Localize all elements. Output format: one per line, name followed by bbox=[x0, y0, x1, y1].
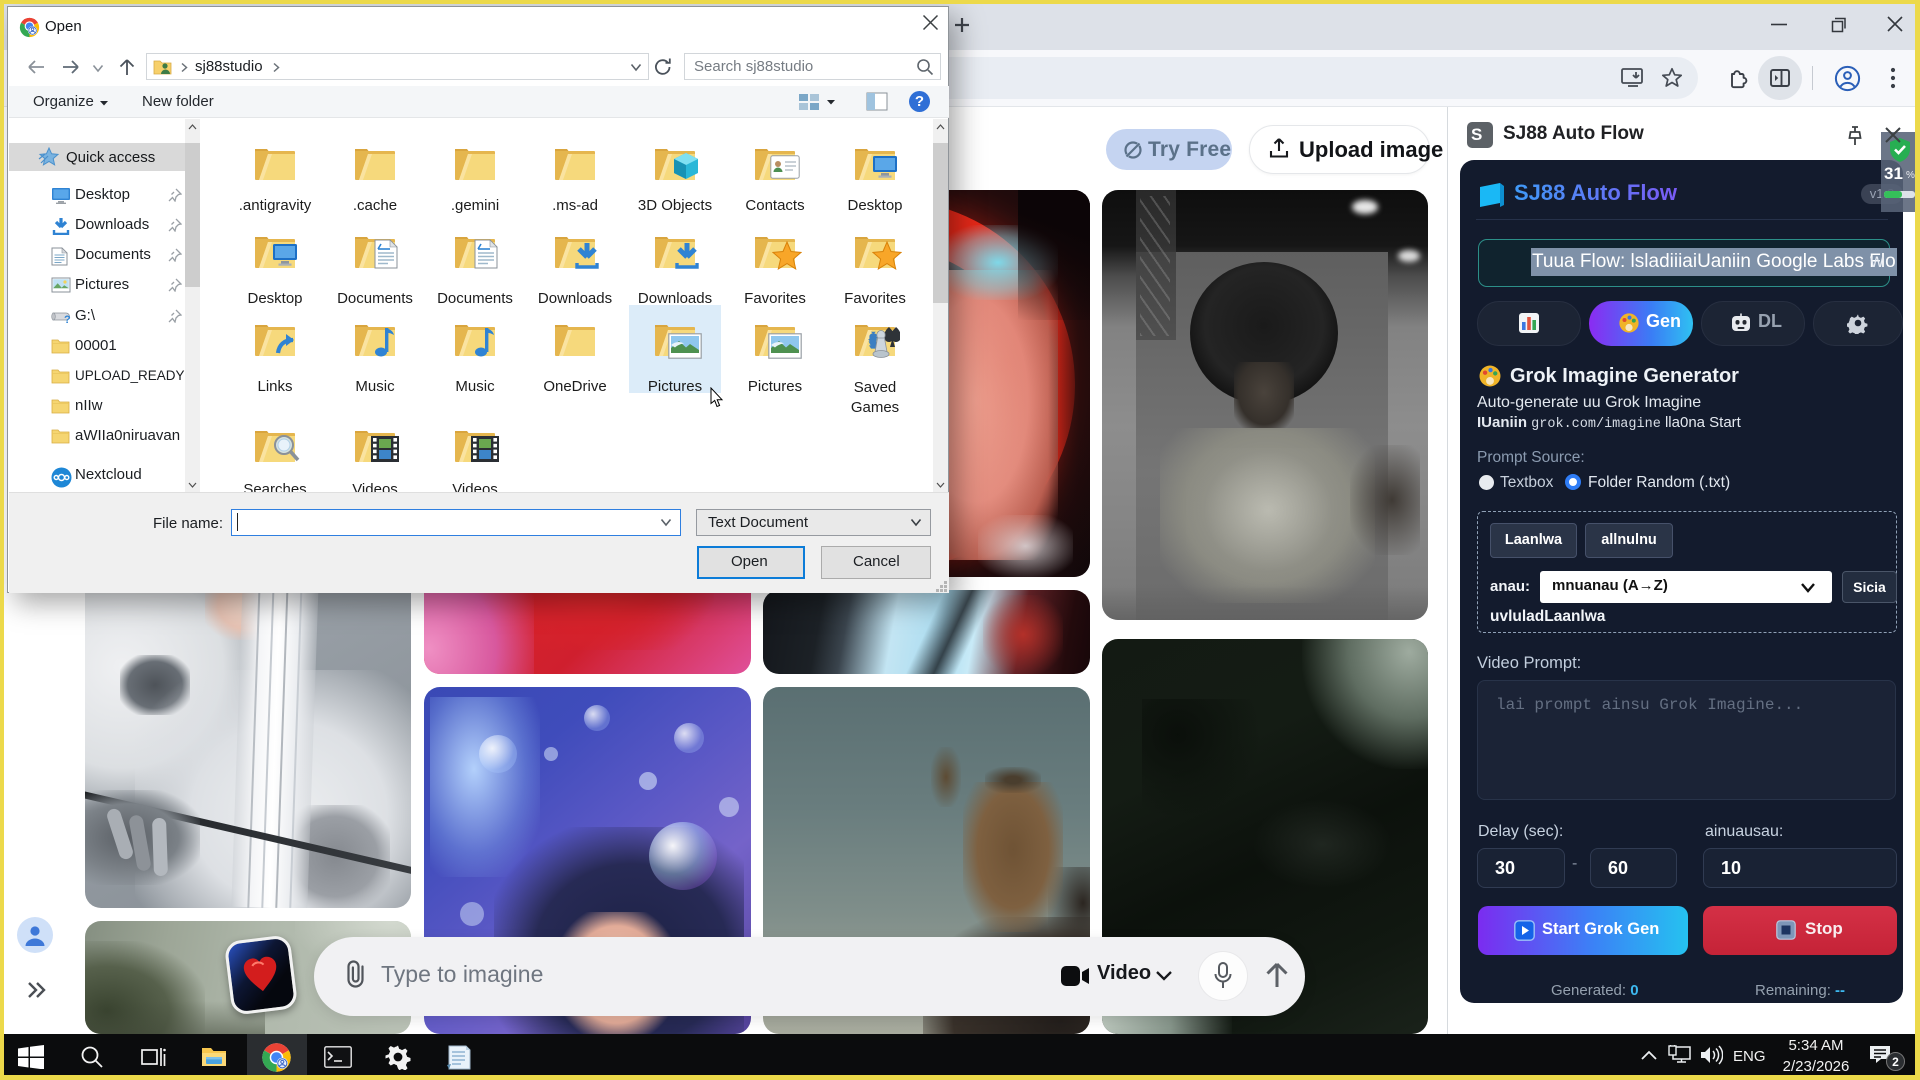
svg-text:?: ? bbox=[64, 314, 71, 324]
